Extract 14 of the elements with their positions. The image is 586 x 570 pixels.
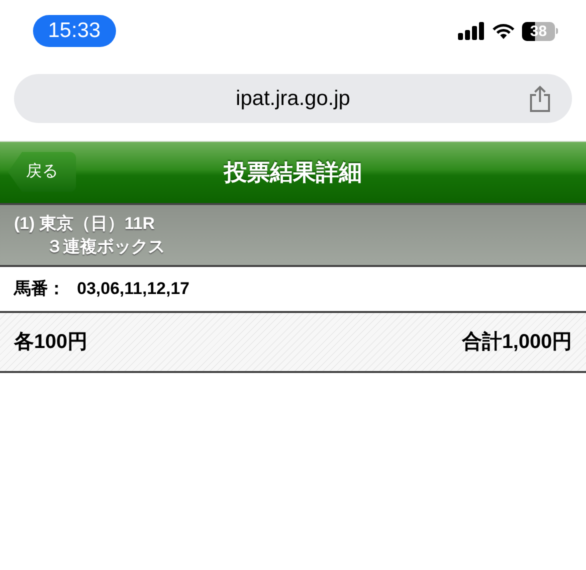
share-icon[interactable] [528,85,552,113]
unit-amount: 各100円 [14,330,88,355]
bet-type: ３連複ボックス [45,236,166,258]
signal-icon [458,22,485,40]
total-amount: 合計1,000円 [462,330,572,355]
horse-numbers: 03,06,11,12,17 [77,278,190,300]
back-button[interactable]: 戻る [8,152,76,192]
url-text: ipat.jra.go.jp [236,86,350,112]
race-info: (1) 東京（日）11R [14,213,156,235]
horse-number-label: 馬番： [14,278,65,300]
address-bar[interactable]: ipat.jra.go.jp [14,74,572,123]
page-title: 投票結果詳細 [224,158,362,188]
wifi-icon [492,22,515,40]
status-time: 15:33 [33,15,116,47]
